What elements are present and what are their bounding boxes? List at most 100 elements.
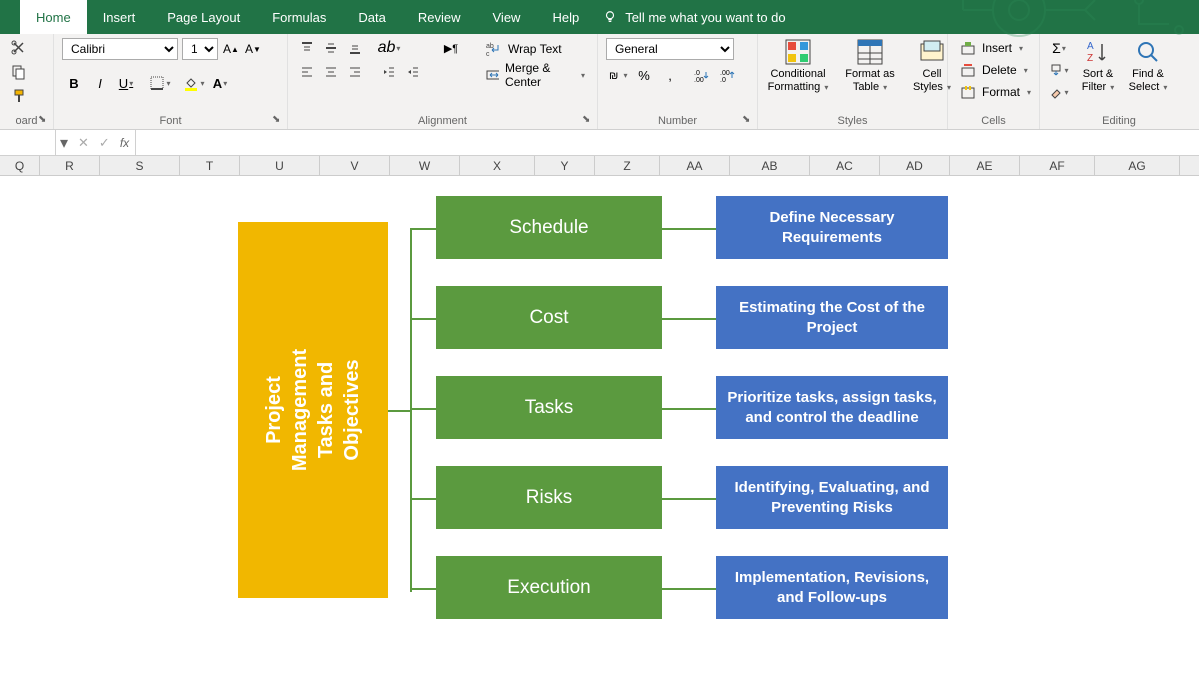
format-as-table-button[interactable]: Format as Table ▾ xyxy=(838,38,902,94)
find-select-button[interactable]: Find & Select ▾ xyxy=(1126,38,1170,94)
percent-button[interactable]: % xyxy=(632,64,656,86)
font-color-button[interactable]: A▾ xyxy=(208,72,232,94)
clipboard-dialog-launcher[interactable]: ⬊ xyxy=(38,114,50,126)
formula-input[interactable] xyxy=(136,130,1199,155)
cancel-formula-button[interactable]: ✕ xyxy=(78,135,89,151)
tab-help[interactable]: Help xyxy=(536,0,595,34)
diagram-mid-box[interactable]: Cost xyxy=(436,286,662,349)
merge-icon xyxy=(486,67,499,83)
tab-view[interactable]: View xyxy=(477,0,537,34)
insert-cells-button[interactable]: Insert▾ xyxy=(956,38,1035,58)
tab-formulas[interactable]: Formulas xyxy=(256,0,342,34)
accounting-format-button[interactable]: ₪▾ xyxy=(606,64,630,86)
increase-indent-button[interactable] xyxy=(402,62,424,82)
column-header[interactable]: AB xyxy=(730,156,810,175)
autosum-button[interactable]: Σ▾ xyxy=(1048,38,1070,58)
copy-icon xyxy=(11,64,27,80)
column-header[interactable]: S xyxy=(100,156,180,175)
column-header[interactable]: AG xyxy=(1095,156,1180,175)
diagram-leaf-box[interactable]: Prioritize tasks, assign tasks, and cont… xyxy=(716,376,948,439)
delete-cells-button[interactable]: Delete▾ xyxy=(956,60,1035,80)
fx-icon[interactable]: fx xyxy=(120,136,129,150)
diagram-root-box[interactable]: Project Management Tasks and Objectives xyxy=(238,222,388,598)
tab-insert[interactable]: Insert xyxy=(87,0,152,34)
decrease-font-button[interactable]: A▼ xyxy=(244,38,262,60)
clear-button[interactable]: ▾ xyxy=(1048,82,1070,102)
column-header[interactable]: AF xyxy=(1020,156,1095,175)
bold-button[interactable]: B xyxy=(62,72,86,94)
fill-color-button[interactable]: ▾ xyxy=(182,72,206,94)
connector xyxy=(410,408,436,410)
borders-button[interactable]: ▾ xyxy=(148,72,172,94)
align-center-icon xyxy=(324,65,338,79)
group-cells: Insert▾ Delete▾ Format▾ Cells xyxy=(948,34,1040,129)
font-size-select[interactable]: 11 xyxy=(182,38,218,60)
copy-button[interactable] xyxy=(8,62,30,82)
comma-button[interactable]: , xyxy=(658,64,682,86)
underline-button[interactable]: U▾ xyxy=(114,72,138,94)
diagram-mid-box[interactable]: Schedule xyxy=(436,196,662,259)
diagram-leaf-box[interactable]: Estimating the Cost of the Project xyxy=(716,286,948,349)
column-header[interactable]: Z xyxy=(595,156,660,175)
column-header[interactable]: W xyxy=(390,156,460,175)
orientation-button[interactable]: ab▾ xyxy=(378,38,400,58)
merge-center-button[interactable]: Merge & Center ▾ xyxy=(482,64,589,86)
tab-page-layout[interactable]: Page Layout xyxy=(151,0,256,34)
wrap-text-button[interactable]: abc Wrap Text xyxy=(482,38,589,60)
column-header[interactable]: AA xyxy=(660,156,730,175)
worksheet-area[interactable]: Project Management Tasks and Objectives … xyxy=(0,176,1199,674)
diagram-leaf-box[interactable]: Identifying, Evaluating, and Preventing … xyxy=(716,466,948,529)
alignment-dialog-launcher[interactable]: ⬊ xyxy=(582,114,594,126)
cut-button[interactable] xyxy=(8,38,30,58)
number-format-select[interactable]: General xyxy=(606,38,734,60)
diagram-mid-box[interactable]: Execution xyxy=(436,556,662,619)
indent-icon xyxy=(406,65,420,79)
wrap-icon: abc xyxy=(486,41,502,57)
format-cells-button[interactable]: Format▾ xyxy=(956,82,1035,102)
align-bottom-icon xyxy=(348,41,362,55)
column-header[interactable]: AC xyxy=(810,156,880,175)
increase-decimal-button[interactable]: .0.00 xyxy=(690,64,714,86)
align-left-button[interactable] xyxy=(296,62,318,82)
decrease-indent-button[interactable] xyxy=(378,62,400,82)
sort-filter-button[interactable]: AZ Sort & Filter ▾ xyxy=(1076,38,1120,94)
column-header[interactable]: AE xyxy=(950,156,1020,175)
fill-button[interactable]: ▾ xyxy=(1048,60,1070,80)
column-header[interactable]: T xyxy=(180,156,240,175)
tab-review[interactable]: Review xyxy=(402,0,477,34)
decrease-decimal-button[interactable]: .00.0 xyxy=(716,64,740,86)
font-dialog-launcher[interactable]: ⬊ xyxy=(272,114,284,126)
number-dialog-launcher[interactable]: ⬊ xyxy=(742,114,754,126)
name-box-dropdown[interactable]: ▾ xyxy=(56,133,72,153)
italic-button[interactable]: I xyxy=(88,72,112,94)
name-box[interactable] xyxy=(0,130,56,155)
tab-home[interactable]: Home xyxy=(20,0,87,34)
diagram-mid-box[interactable]: Risks xyxy=(436,466,662,529)
align-center-button[interactable] xyxy=(320,62,342,82)
format-painter-button[interactable] xyxy=(8,86,30,106)
tell-me-search[interactable]: Tell me what you want to do xyxy=(603,10,785,25)
column-header[interactable]: U xyxy=(240,156,320,175)
column-header[interactable]: R xyxy=(40,156,100,175)
increase-font-button[interactable]: A▲ xyxy=(222,38,240,60)
group-label-font: Font xyxy=(62,113,279,127)
column-header[interactable]: V xyxy=(320,156,390,175)
conditional-formatting-button[interactable]: Conditional Formatting ▾ xyxy=(766,38,830,94)
diagram-mid-box[interactable]: Tasks xyxy=(436,376,662,439)
ltr-button[interactable]: ▶¶ xyxy=(436,38,466,58)
column-header[interactable]: Y xyxy=(535,156,595,175)
group-alignment: ab▾ ▶¶ abc Wrap Text Merge & Center xyxy=(288,34,598,129)
column-header[interactable]: Q xyxy=(0,156,40,175)
diagram-leaf-box[interactable]: Define Necessary Requirements xyxy=(716,196,948,259)
align-middle-button[interactable] xyxy=(320,38,342,58)
align-right-button[interactable] xyxy=(344,62,366,82)
enter-formula-button[interactable]: ✓ xyxy=(99,135,110,151)
align-top-button[interactable] xyxy=(296,38,318,58)
tab-data[interactable]: Data xyxy=(342,0,401,34)
font-name-select[interactable]: Calibri xyxy=(62,38,178,60)
svg-text:.0: .0 xyxy=(694,70,700,77)
column-header[interactable]: AD xyxy=(880,156,950,175)
column-header[interactable]: X xyxy=(460,156,535,175)
align-bottom-button[interactable] xyxy=(344,38,366,58)
diagram-leaf-box[interactable]: Implementation, Revisions, and Follow-up… xyxy=(716,556,948,619)
